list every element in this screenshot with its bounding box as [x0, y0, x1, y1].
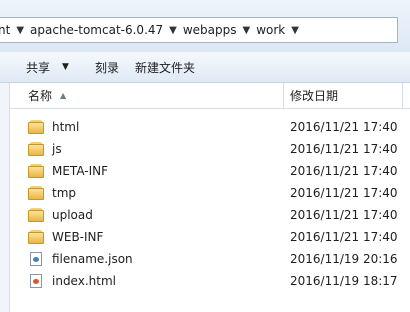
folder-icon [28, 230, 44, 244]
list-item[interactable]: tmp 2016/11/21 17:40 [28, 182, 410, 204]
file-date: 2016/11/21 17:40 [290, 208, 398, 222]
breadcrumb-separator-icon[interactable]: ▼ [169, 25, 177, 36]
file-name: js [52, 142, 62, 156]
file-name: index.html [52, 274, 116, 288]
file-name: META-INF [52, 164, 109, 178]
file-date: 2016/11/21 17:40 [290, 230, 398, 244]
share-dropdown-icon[interactable]: ▼ [62, 62, 69, 72]
breadcrumb-item[interactable]: nt [0, 23, 10, 37]
folder-icon [28, 208, 44, 222]
list-item[interactable]: upload 2016/11/21 17:40 [28, 204, 410, 226]
list-item[interactable]: html 2016/11/21 17:40 [28, 116, 410, 138]
breadcrumb-item[interactable]: work [256, 23, 285, 37]
sort-ascending-icon: ▲ [60, 91, 67, 100]
folder-icon [28, 142, 44, 156]
file-date: 2016/11/21 17:40 [290, 120, 398, 134]
address-bar-area: nt ▼ apache-tomcat-6.0.47 ▼ webapps ▼ wo… [0, 0, 410, 52]
file-date: 2016/11/19 18:17 [290, 274, 398, 288]
file-name: tmp [52, 186, 77, 200]
file-name: upload [52, 208, 93, 222]
breadcrumb-item[interactable]: apache-tomcat-6.0.47 [30, 23, 163, 37]
breadcrumb-separator-icon[interactable]: ▼ [16, 25, 24, 36]
column-divider[interactable] [402, 83, 403, 108]
address-bar[interactable]: nt ▼ apache-tomcat-6.0.47 ▼ webapps ▼ wo… [0, 17, 398, 43]
file-date: 2016/11/21 17:40 [290, 164, 398, 178]
folder-icon [28, 164, 44, 178]
html-file-icon [30, 274, 42, 288]
burn-button[interactable]: 刻录 [95, 59, 119, 76]
navigation-pane[interactable] [0, 83, 10, 312]
folder-icon [28, 186, 44, 200]
file-date: 2016/11/21 17:40 [290, 142, 398, 156]
json-file-icon [30, 252, 42, 266]
file-name: filename.json [52, 252, 133, 266]
file-date: 2016/11/19 20:16 [290, 252, 398, 266]
new-folder-button[interactable]: 新建文件夹 [135, 59, 195, 76]
list-item[interactable]: js 2016/11/21 17:40 [28, 138, 410, 160]
column-date-label: 修改日期 [290, 89, 339, 103]
list-item[interactable]: META-INF 2016/11/21 17:40 [28, 160, 410, 182]
column-header-name[interactable]: 名称 ▲ [10, 83, 284, 108]
list-item[interactable]: filename.json 2016/11/19 20:16 [28, 248, 410, 270]
column-name-label: 名称 [28, 89, 53, 103]
folder-icon [28, 120, 44, 134]
list-item[interactable]: WEB-INF 2016/11/21 17:40 [28, 226, 410, 248]
column-header-date[interactable]: 修改日期 [290, 83, 405, 108]
column-header: 名称 ▲ 修改日期 [10, 83, 410, 109]
list-item[interactable]: index.html 2016/11/19 18:17 [28, 270, 410, 292]
breadcrumb-dropdown-icon[interactable]: ▼ [291, 25, 299, 36]
file-name: WEB-INF [52, 230, 104, 244]
file-name: html [52, 120, 80, 134]
share-button[interactable]: 共享 [26, 59, 50, 76]
breadcrumb-item[interactable]: webapps [183, 23, 237, 37]
file-date: 2016/11/21 17:40 [290, 186, 398, 200]
breadcrumb-separator-icon[interactable]: ▼ [243, 25, 251, 36]
command-toolbar: 共享 ▼ 刻录 新建文件夹 [0, 52, 410, 83]
